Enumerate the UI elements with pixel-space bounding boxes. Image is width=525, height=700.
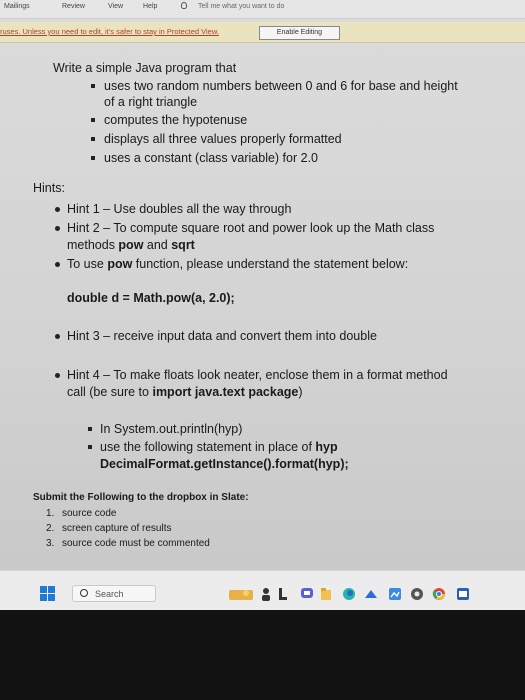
requirement-1: uses two random numbers between 0 and 6 … <box>104 79 458 93</box>
tell-me-search[interactable]: Tell me what you want to do <box>198 3 284 10</box>
bullet <box>55 207 60 212</box>
hint-4: Hint 4 – To make floats look neater, enc… <box>67 368 448 382</box>
protected-view-message[interactable]: ruses. Unless you need to edit, it's saf… <box>0 27 219 36</box>
windows-start-icon[interactable] <box>40 586 55 601</box>
bullet <box>55 334 60 339</box>
bullet <box>55 373 60 378</box>
bullet <box>88 427 92 431</box>
code-example: double d = Math.pow(a, 2.0); <box>67 291 235 305</box>
settings-gear-icon[interactable] <box>410 587 424 601</box>
hint-2: Hint 2 – To compute square root and powe… <box>67 221 435 235</box>
submit-item-3: source code must be commented <box>62 538 210 549</box>
search-icon <box>80 589 88 597</box>
submit-title: Submit the Following to the dropbox in S… <box>33 492 249 503</box>
monitor-bezel <box>0 610 525 700</box>
hint-1: Hint 1 – Use doubles all the way through <box>67 202 292 216</box>
search-placeholder: Search <box>95 589 124 599</box>
taskbar-search-box[interactable]: Search <box>72 585 156 602</box>
tab-view[interactable]: View <box>108 3 123 10</box>
edge-browser-icon[interactable] <box>342 587 356 601</box>
submit-item-1: source code <box>62 508 117 519</box>
requirement-2: computes the hypotenuse <box>104 113 248 127</box>
hint-3: Hint 3 – receive input data and convert … <box>67 329 377 343</box>
word-app-icon[interactable] <box>456 587 470 601</box>
bullet <box>91 118 95 122</box>
tab-mailings[interactable]: Mailings <box>4 3 30 10</box>
decimal-format-statement: DecimalFormat.getInstance().format(hyp); <box>100 457 349 471</box>
bullet <box>55 262 60 267</box>
submit-num-2: 2. <box>46 523 55 534</box>
hint-2-cont: methods pow and sqrt <box>67 238 195 252</box>
bullet <box>91 84 95 88</box>
ribbon-tabs: Mailings Review View Help Tell me what y… <box>0 0 525 19</box>
intro-text: Write a simple Java program that <box>53 61 237 75</box>
widgets-icon[interactable] <box>228 587 254 601</box>
document-page: Write a simple Java program that uses tw… <box>0 46 525 566</box>
requirement-4: uses a constant (class variable) for 2.0 <box>104 151 318 165</box>
protected-view-bar: ruses. Unless you need to edit, it's saf… <box>0 22 525 43</box>
bullet <box>91 156 95 160</box>
chrome-icon[interactable] <box>432 587 446 601</box>
bullet <box>91 137 95 141</box>
bullet <box>55 226 60 231</box>
taskbar: Search <box>0 570 525 611</box>
sub-hint-2: use the following statement in place of … <box>100 440 338 454</box>
screen: Mailings Review View Help Tell me what y… <box>0 0 525 611</box>
enable-editing-button[interactable]: Enable Editing <box>259 26 340 40</box>
submit-num-3: 3. <box>46 538 55 549</box>
submit-item-2: screen capture of results <box>62 523 172 534</box>
hints-title: Hints: <box>33 181 65 195</box>
photos-icon[interactable] <box>388 587 402 601</box>
task-view-icon[interactable] <box>278 587 288 601</box>
submit-num-1: 1. <box>46 508 55 519</box>
lightbulb-icon <box>181 2 187 9</box>
tab-help[interactable]: Help <box>143 3 157 10</box>
file-explorer-icon[interactable] <box>320 587 332 601</box>
contact-icon[interactable] <box>261 587 271 601</box>
bullet <box>88 445 92 449</box>
requirement-1-cont: of a right triangle <box>104 95 198 109</box>
chat-icon[interactable] <box>300 587 314 601</box>
requirement-3: displays all three values properly forma… <box>104 132 342 146</box>
tab-review[interactable]: Review <box>62 3 85 10</box>
sub-hint-1: In System.out.println(hyp) <box>100 422 243 436</box>
mail-icon[interactable] <box>364 587 378 601</box>
pow-note: To use pow function, please understand t… <box>67 257 409 271</box>
hint-4-cont: call (be sure to import java.text packag… <box>67 385 303 399</box>
